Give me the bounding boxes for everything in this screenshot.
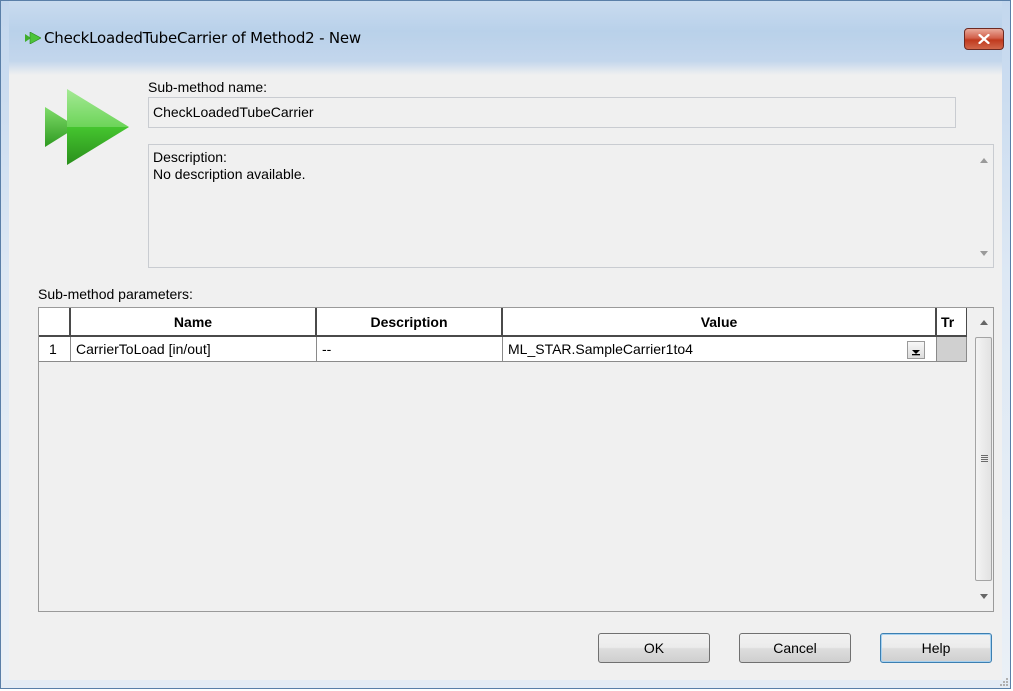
sub-method-name-field[interactable]: CheckLoadedTubeCarrier — [148, 97, 956, 128]
window-frame-left — [1, 1, 9, 688]
chevron-down-icon — [912, 350, 920, 356]
grip-line — [981, 455, 988, 456]
scroll-up-arrow-icon[interactable] — [980, 320, 988, 325]
row-index-header — [39, 308, 71, 337]
param-value-text: ML_STAR.SampleCarrier1to4 — [508, 341, 693, 357]
column-header-tr[interactable]: Tr — [937, 308, 967, 337]
parameters-table[interactable]: Name Description Value Tr 1 CarrierToLoa… — [38, 307, 994, 612]
grip-line — [981, 461, 988, 462]
parameters-label: Sub-method parameters: — [38, 286, 193, 302]
scroll-down-arrow-icon[interactable] — [980, 251, 988, 256]
description-label: Description: — [153, 149, 227, 165]
window-title: CheckLoadedTubeCarrier of Method2 - New — [44, 29, 361, 47]
grip-line — [981, 457, 988, 458]
description-field[interactable]: Description: No description available. — [148, 144, 994, 268]
scrollbar-thumb[interactable] — [975, 337, 992, 581]
cancel-button[interactable]: Cancel — [739, 633, 851, 663]
column-header-name[interactable]: Name — [71, 308, 317, 337]
submethod-icon — [45, 89, 129, 165]
ok-button[interactable]: OK — [598, 633, 710, 663]
scroll-down-arrow-icon[interactable] — [980, 594, 988, 599]
window-frame-bottom — [1, 680, 1010, 688]
sub-method-name-label: Sub-method name: — [148, 79, 268, 95]
column-header-description[interactable]: Description — [317, 308, 503, 337]
resize-grip-icon[interactable] — [997, 675, 1009, 687]
dialog-window: CheckLoadedTubeCarrier of Method2 - New … — [0, 0, 1011, 689]
submethod-app-icon — [25, 32, 41, 44]
help-button[interactable]: Help — [880, 633, 992, 663]
param-description-cell[interactable]: -- — [317, 337, 503, 362]
scroll-up-arrow-icon[interactable] — [980, 158, 988, 163]
param-name-cell[interactable]: CarrierToLoad [in/out] — [71, 337, 317, 362]
description-scrollbar[interactable] — [976, 145, 993, 267]
grip-line — [981, 459, 988, 460]
value-dropdown-button[interactable] — [907, 341, 925, 359]
close-x-icon — [978, 34, 990, 44]
window-frame-right — [1002, 1, 1010, 688]
table-scrollbar[interactable] — [975, 308, 993, 611]
column-header-value[interactable]: Value — [503, 308, 937, 337]
param-value-cell[interactable]: ML_STAR.SampleCarrier1to4 — [503, 337, 937, 362]
param-tr-cell[interactable] — [937, 337, 967, 362]
close-button[interactable] — [964, 28, 1004, 50]
description-value: No description available. — [153, 166, 306, 182]
sub-method-name-value: CheckLoadedTubeCarrier — [153, 104, 314, 120]
row-index: 1 — [39, 337, 71, 362]
